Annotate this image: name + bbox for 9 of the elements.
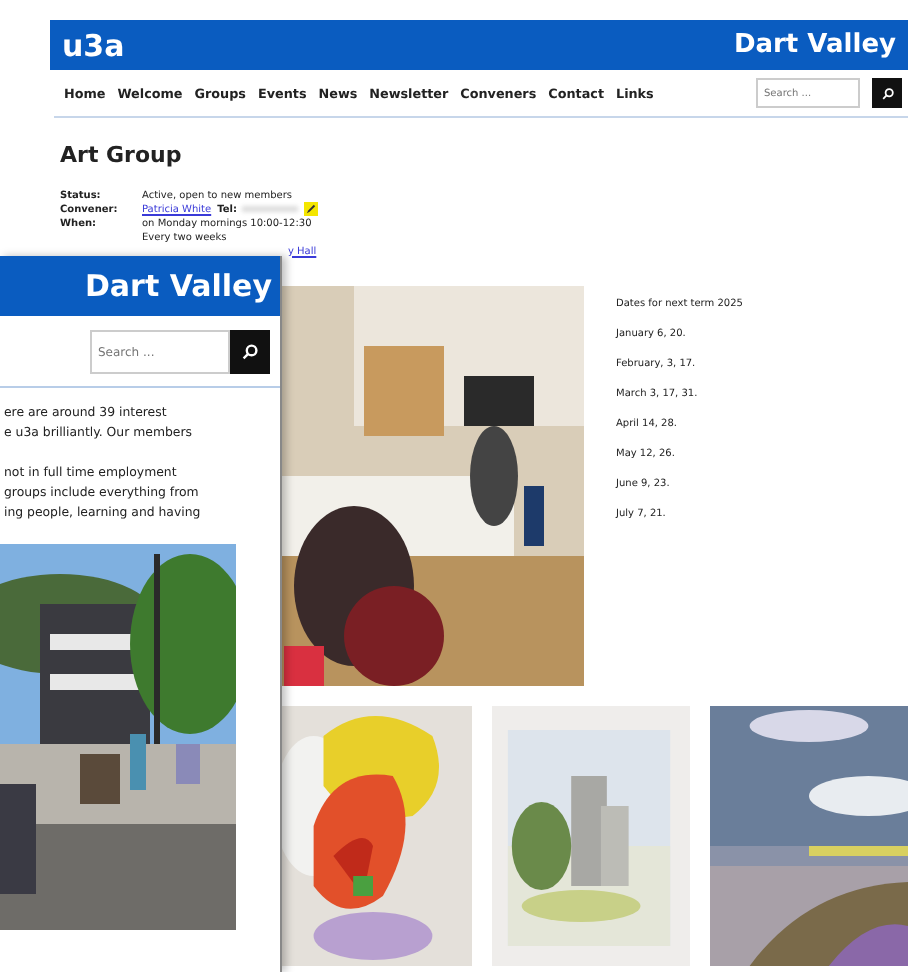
- search-button[interactable]: [230, 330, 270, 374]
- page-heading: Art Group: [60, 142, 184, 168]
- site-title: Dart Valley: [733, 30, 896, 60]
- logo[interactable]: u3a: [62, 27, 125, 63]
- pencil-icon[interactable]: [304, 202, 319, 216]
- search-icon: [881, 87, 893, 99]
- site-title: Dart Valley: [84, 268, 272, 304]
- search-icon: [242, 344, 258, 360]
- search-button[interactable]: [872, 78, 902, 108]
